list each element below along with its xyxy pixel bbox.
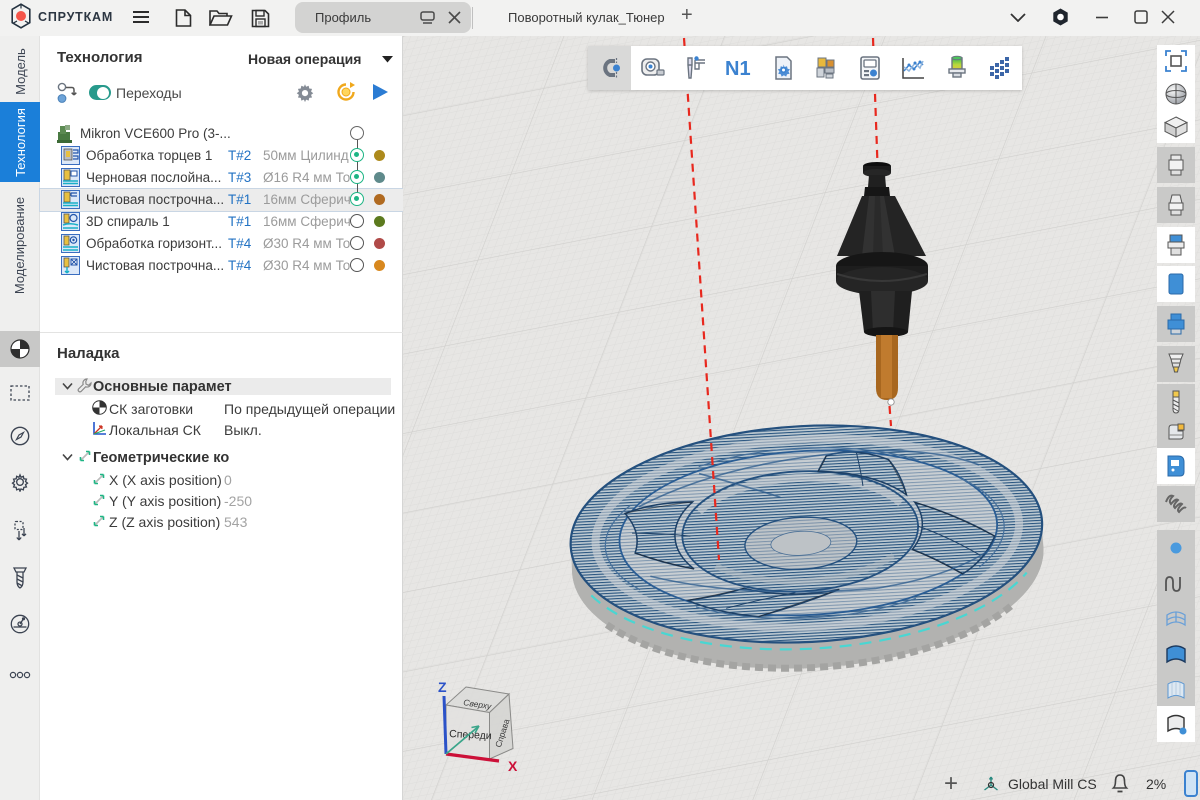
svg-text:Z: Z <box>438 679 447 695</box>
svg-text:Спереди: Спереди <box>449 728 492 742</box>
svg-text:N1: N1 <box>725 58 751 79</box>
svg-text:X: X <box>508 758 518 774</box>
